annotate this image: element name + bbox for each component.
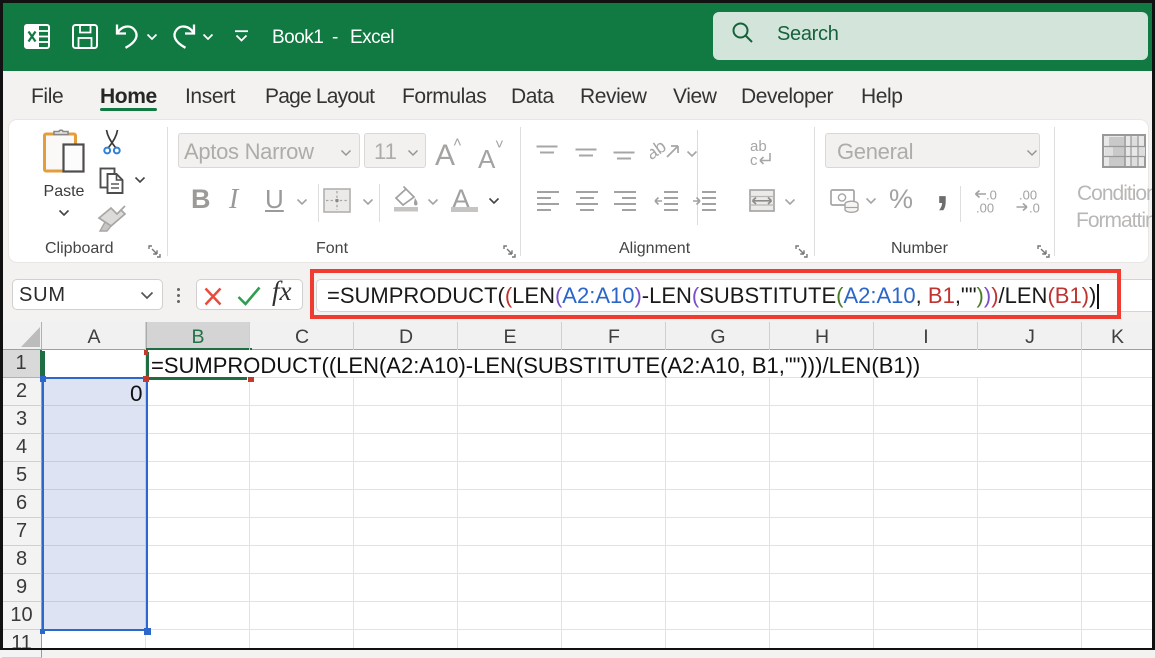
svg-text:.0: .0 bbox=[1029, 201, 1040, 214]
svg-text:c: c bbox=[750, 152, 758, 168]
svg-text:ab: ab bbox=[650, 140, 670, 164]
svg-text:.00: .00 bbox=[976, 201, 994, 214]
